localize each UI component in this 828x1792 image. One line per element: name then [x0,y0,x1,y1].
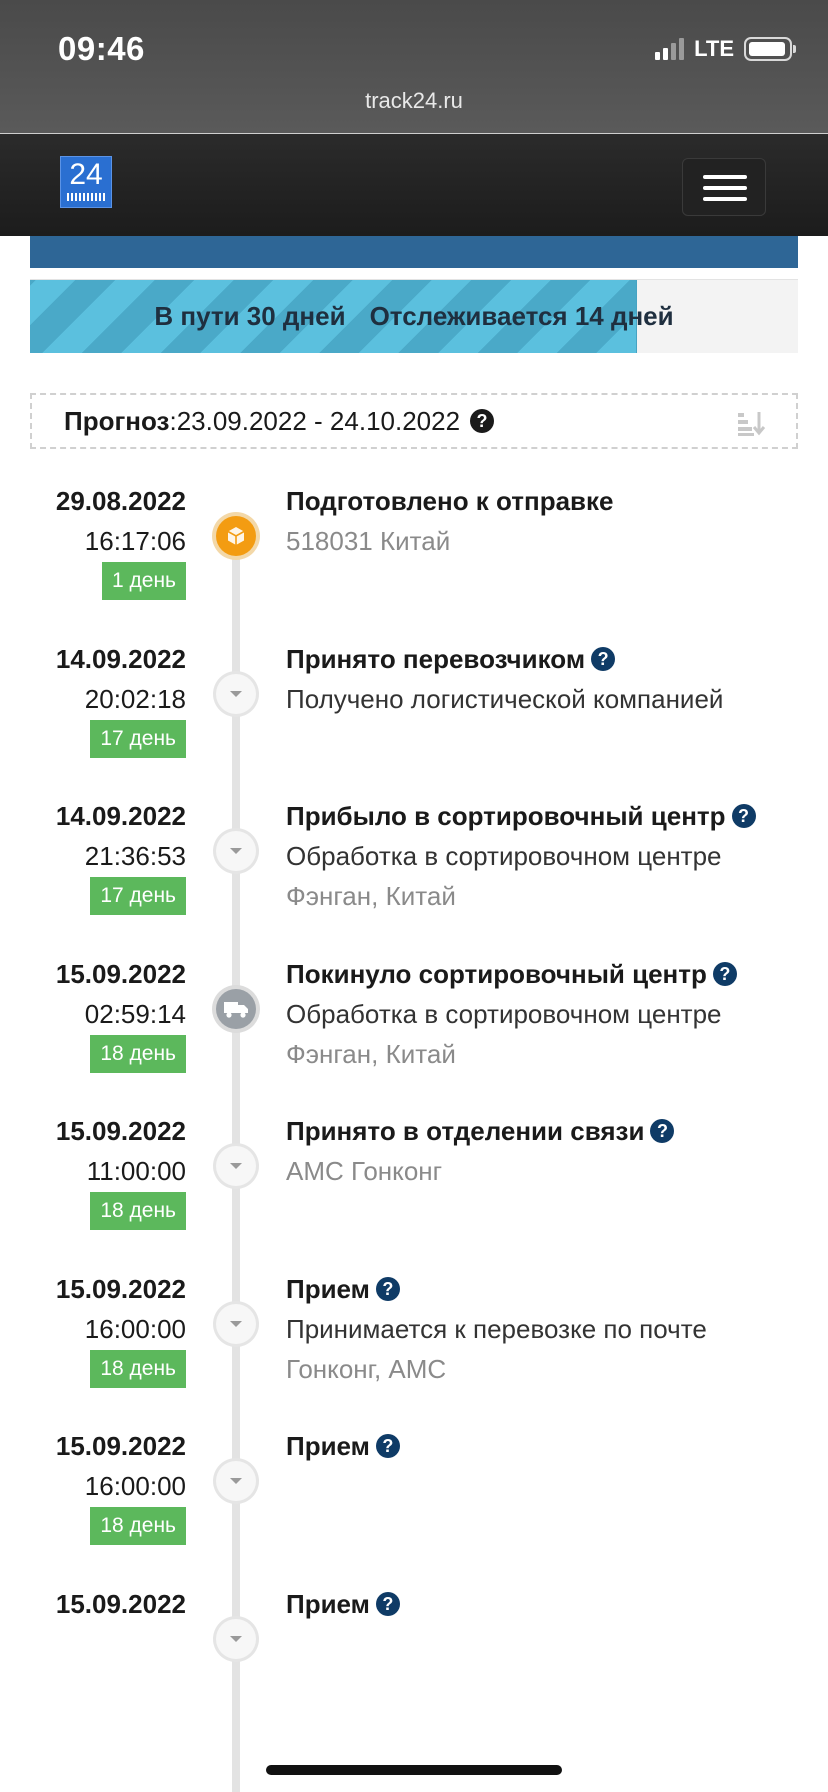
event-location: Фэнган, Китай [286,881,456,911]
event-location: Фэнган, Китай [286,1038,456,1069]
help-icon[interactable]: ? [712,961,737,986]
event-description: Обработка в сортировочном центре [286,998,722,1029]
progress-text: В пути 30 дней Отслеживается 14 дней [30,280,798,353]
signal-icon [655,38,685,60]
tracking-timeline: 29.08.2022 16:17:06 1 день Подготовлено к о… [0,480,828,1792]
event-time: 02:59:14 [84,998,186,1029]
event-title: Прием? [286,1589,400,1620]
home-indicator [266,1765,562,1775]
event-title: Принято перевозчиком? [286,643,616,675]
timeline-event: 14.09.2022 21:36:53 17 день Прибыло в сорти… [0,795,828,975]
help-icon[interactable]: ? [650,1119,675,1144]
event-date: 14.09.2022 [55,801,186,831]
address-bar-url[interactable]: track24.ru [0,88,828,114]
event-description: AMC Гонконг [286,1156,443,1186]
event-date: 15.09.2022 [55,1431,186,1461]
event-date: 15.09.2022 [55,958,186,989]
help-icon[interactable]: ? [375,1591,400,1616]
network-type: LTE [694,36,734,61]
event-title-text: Принято в отделении связи [286,1116,645,1146]
event-description: 518031 Китай [286,526,451,556]
package-icon [216,516,256,556]
timeline-event: 15.09.2022 Прием? [0,1583,828,1763]
chevron-down-icon [216,1461,256,1501]
event-description: Обработка в сортировочном центре [286,841,722,871]
event-title-text: Принято перевозчиком [286,643,586,674]
event-date: 14.09.2022 [55,643,186,674]
event-time: 21:36:53 [84,841,186,871]
event-title: Покинуло сортировочный центр? [286,959,737,990]
day-badge: 18 день [90,1192,186,1230]
event-time: 16:00:00 [84,1313,186,1344]
header-band [30,236,798,268]
browser-chrome: 09:46 LTE track24.ru [0,0,828,134]
event-title: Подготовлено к отправке [286,486,614,517]
help-icon[interactable]: ? [470,409,495,433]
event-title: Принято в отделении связи? [286,1116,675,1147]
day-badge: 18 день [90,1349,186,1388]
hamburger-menu-button[interactable] [682,158,766,216]
help-icon[interactable]: ? [375,1276,400,1301]
event-date: 29.08.2022 [55,486,186,516]
in-transit-label: В пути 30 дней [154,301,346,331]
sort-icon[interactable] [736,409,766,437]
day-badge: 18 день [90,1507,186,1545]
event-time: 20:02:18 [84,683,186,714]
event-description: Получено логистической компанией [286,683,724,714]
timeline-event: 15.09.2022 16:00:00 18 день Прием? [0,1425,828,1605]
event-title-text: Прием [286,1588,370,1619]
truck-icon [216,988,256,1029]
help-icon[interactable]: ? [375,1434,400,1459]
timeline-event: 15.09.2022 02:59:14 18 день Покинуло сортир… [0,953,828,1133]
battery-icon [744,37,796,61]
timeline-event: 29.08.2022 16:17:06 1 день Подготовлено к о… [0,480,828,660]
forecast-range: 23.09.2022 - 24.10.2022 [176,405,461,436]
forecast-panel: Прогноз: 23.09.2022 - 24.10.2022 ? [30,393,798,449]
event-title: Прием? [286,1431,400,1462]
site-header: 24 [0,134,828,236]
timeline-event: 14.09.2022 20:02:18 17 день Принято перевоз… [0,638,828,818]
tracked-label: Отслеживается 14 дней [369,301,674,331]
event-title: Прибыло в сортировочный центр? [286,801,756,832]
help-icon[interactable]: ? [731,804,756,829]
event-time: 16:00:00 [84,1471,186,1501]
forecast-label: Прогноз [64,405,170,436]
timeline-event: 15.09.2022 16:00:00 18 день Прием? Принимает… [0,1268,828,1448]
status-indicators: LTE [655,36,796,62]
event-title-text: Прибыло в сортировочный центр [286,801,726,831]
event-title-text: Прием [286,1431,370,1461]
help-icon[interactable]: ? [591,646,616,671]
event-title-text: Покинуло сортировочный центр [286,958,707,989]
status-time: 09:46 [58,30,145,67]
event-date: 15.09.2022 [55,1273,186,1304]
event-date: 15.09.2022 [55,1116,186,1146]
event-title: Прием? [286,1274,400,1305]
timeline-event: 15.09.2022 11:00:00 18 день Принято в отдел… [0,1110,828,1290]
chevron-down-icon [216,673,256,714]
chevron-down-icon [216,1146,256,1186]
tracking-progress-bar: В пути 30 дней Отслеживается 14 дней [30,279,798,353]
event-title-text: Прием [286,1273,370,1304]
chevron-down-icon [216,831,256,871]
forecast-separator: : [169,405,177,436]
day-badge: 17 день [90,877,186,915]
event-time: 16:17:06 [84,526,186,556]
barcode-icon [67,193,105,201]
logo-text: 24 [69,158,103,191]
event-location: Гонконг, AMC [286,1353,447,1384]
day-badge: 17 день [90,719,186,758]
chevron-down-icon [216,1303,256,1344]
event-date: 15.09.2022 [55,1588,186,1619]
site-logo[interactable]: 24 [60,156,112,208]
event-description: Принимается к перевозке по почте [286,1313,707,1344]
event-title-text: Подготовлено к отправке [286,486,614,516]
chevron-down-icon [216,1618,256,1659]
day-badge: 1 день [102,562,186,600]
event-time: 11:00:00 [86,1156,186,1186]
day-badge: 18 день [90,1034,186,1073]
